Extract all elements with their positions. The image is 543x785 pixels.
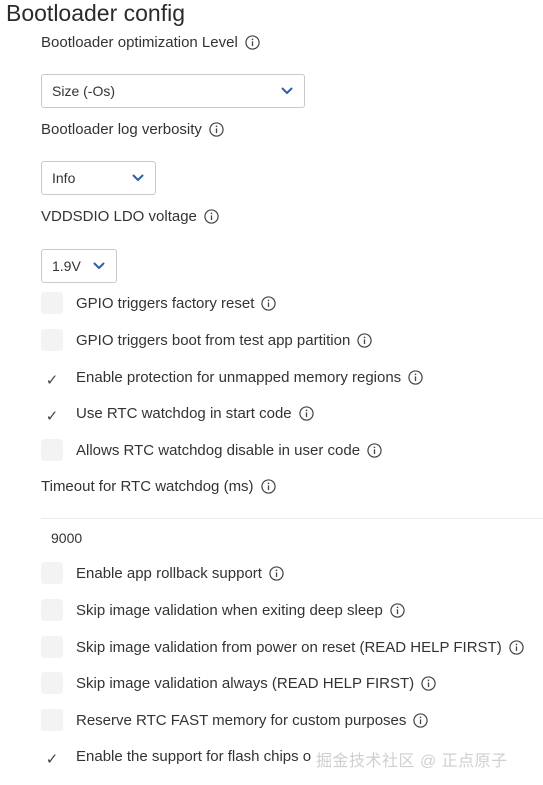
check-row-unmapped-protection: ✓ Enable protection for unmapped memory …	[41, 366, 423, 388]
chevron-down-icon	[132, 172, 144, 184]
log-verbosity-label: Bootloader log verbosity	[41, 121, 202, 138]
check-row-rtc-fast-memory: Reserve RTC FAST memory for custom purpo…	[41, 709, 429, 731]
info-circle-icon[interactable]	[413, 712, 429, 728]
chevron-down-icon	[281, 85, 293, 97]
timeout-label: Timeout for RTC watchdog (ms)	[41, 478, 254, 495]
check-row-test-app: GPIO triggers boot from test app partiti…	[41, 329, 372, 351]
checkbox-label: Enable app rollback support	[76, 564, 262, 582]
timeout-label-row: Timeout for RTC watchdog (ms)	[41, 478, 276, 495]
checkbox[interactable]	[41, 329, 63, 351]
info-circle-icon[interactable]	[209, 122, 224, 137]
optimization-select[interactable]: Size (-Os)	[41, 74, 305, 108]
checkbox[interactable]: ✓	[41, 402, 63, 424]
checkbox[interactable]	[41, 636, 63, 658]
checkbox-label: GPIO triggers boot from test app partiti…	[76, 331, 351, 349]
vddsdio-label-row: VDDSDIO LDO voltage	[41, 208, 219, 225]
info-circle-icon[interactable]	[204, 209, 219, 224]
checkbox-label: GPIO triggers factory reset	[76, 294, 255, 312]
checkbox[interactable]: ✓	[41, 366, 63, 388]
log-verbosity-select[interactable]: Info	[41, 161, 156, 195]
info-circle-icon[interactable]	[367, 442, 382, 458]
checkbox-label: Skip image validation always (READ HELP …	[76, 674, 415, 692]
log-verbosity-label-row: Bootloader log verbosity	[41, 121, 224, 138]
checkbox[interactable]	[41, 562, 63, 584]
info-circle-icon[interactable]	[357, 332, 372, 348]
vddsdio-label: VDDSDIO LDO voltage	[41, 208, 197, 225]
optimization-label-row: Bootloader optimization Level	[41, 34, 260, 51]
optimization-select-value: Size (-Os)	[52, 83, 115, 99]
checkbox[interactable]	[41, 439, 63, 461]
check-row-app-rollback: Enable app rollback support	[41, 562, 284, 584]
section-title: Bootloader config	[6, 0, 186, 26]
info-circle-icon[interactable]	[269, 565, 284, 581]
check-row-rtc-watchdog-disable: Allows RTC watchdog disable in user code	[41, 439, 382, 461]
info-circle-icon[interactable]	[421, 675, 436, 691]
checkbox-label: Skip image validation when exiting deep …	[76, 601, 383, 619]
info-circle-icon[interactable]	[260, 479, 276, 494]
checkbox-label: Enable protection for unmapped memory re…	[76, 368, 402, 386]
bootloader-config-panel: Bootloader config Bootloader optimizatio…	[0, 0, 543, 785]
check-row-factory-reset: GPIO triggers factory reset	[41, 292, 277, 314]
timeout-input[interactable]: 9000	[41, 518, 543, 556]
checkbox[interactable]	[41, 292, 63, 314]
info-circle-icon[interactable]	[390, 602, 405, 618]
checkbox-label: Allows RTC watchdog disable in user code	[76, 441, 361, 459]
check-row-flash-chips: ✓ Enable the support for flash chips o	[41, 745, 311, 767]
info-circle-icon[interactable]	[245, 35, 260, 50]
chevron-down-icon	[93, 260, 105, 272]
optimization-label: Bootloader optimization Level	[41, 34, 238, 51]
check-row-skip-deep-sleep: Skip image validation when exiting deep …	[41, 599, 405, 621]
log-verbosity-select-value: Info	[52, 170, 76, 186]
checkbox-label: Use RTC watchdog in start code	[76, 404, 292, 422]
check-row-skip-power-on: Skip image validation from power on rese…	[41, 636, 524, 658]
checkbox[interactable]	[41, 709, 63, 731]
info-circle-icon[interactable]	[261, 295, 277, 311]
check-row-skip-always: Skip image validation always (READ HELP …	[41, 672, 436, 694]
vddsdio-select-value: 1.9V	[52, 258, 81, 274]
check-row-rtc-watchdog: ✓ Use RTC watchdog in start code	[41, 402, 314, 424]
vddsdio-select[interactable]: 1.9V	[41, 249, 117, 283]
checkbox-label: Reserve RTC FAST memory for custom purpo…	[76, 711, 407, 729]
checkbox-label: Enable the support for flash chips o	[76, 747, 312, 765]
info-circle-icon[interactable]	[298, 405, 314, 421]
watermark: 掘金技术社区 @ 正点原子	[316, 753, 508, 770]
checkbox[interactable]: ✓	[41, 745, 63, 767]
info-circle-icon[interactable]	[408, 369, 423, 385]
checkbox[interactable]	[41, 599, 63, 621]
checkbox-label: Skip image validation from power on rese…	[76, 638, 502, 656]
info-circle-icon[interactable]	[509, 639, 524, 655]
checkbox[interactable]	[41, 672, 63, 694]
